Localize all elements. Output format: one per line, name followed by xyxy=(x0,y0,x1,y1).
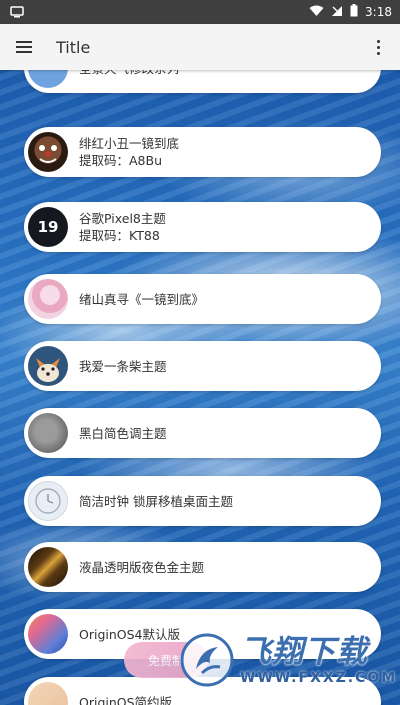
clown-thumbnail xyxy=(28,132,68,172)
pixel-thumbnail: 19 xyxy=(28,207,68,247)
list-item[interactable]: 简洁时钟 锁屏移植桌面主题 xyxy=(24,476,381,526)
item-title: 绯红小丑一镜到底 xyxy=(79,136,180,151)
originos-thumbnail xyxy=(28,614,68,654)
hamburger-menu-icon[interactable] xyxy=(16,36,38,58)
clock-time: 3:18 xyxy=(365,5,392,19)
item-title: 谷歌Pixel8主题 xyxy=(79,211,166,226)
fxxz-logo-icon xyxy=(180,633,234,687)
list-item[interactable]: 19 谷歌Pixel8主题 提取码：KT88 xyxy=(24,202,381,252)
list-item[interactable]: 我爱一条柴主题 xyxy=(24,341,381,391)
gold-thumbnail xyxy=(28,547,68,587)
item-title: 绪山真寻《一镜到底》 xyxy=(79,291,205,307)
item-title: 液晶透明版夜色金主题 xyxy=(79,559,205,575)
list-item[interactable]: 黑白简色调主题 xyxy=(24,408,381,458)
item-title: 简洁时钟 锁屏移植桌面主题 xyxy=(79,493,233,509)
item-title: OriginOS简约版 xyxy=(79,694,173,705)
more-vert-icon[interactable] xyxy=(368,36,388,58)
item-title: 黑白简色调主题 xyxy=(79,425,167,441)
site-watermark: 飞翔下载 WWW.FXXZ.COM xyxy=(180,625,395,695)
watermark-url: WWW.FXXZ.COM xyxy=(240,670,398,686)
status-bar: 3:18 xyxy=(0,0,400,24)
list-item[interactable]: 绪山真寻《一镜到底》 xyxy=(24,274,381,324)
watermark-name: 飞翔下载 xyxy=(240,634,368,670)
item-subtitle: 提取码：A8Bu xyxy=(79,153,163,168)
gray-thumbnail xyxy=(28,413,68,453)
signal-icon xyxy=(331,5,343,20)
wifi-icon xyxy=(309,5,324,20)
list-item[interactable]: 绯红小丑一镜到底 提取码：A8Bu xyxy=(24,127,381,177)
item-subtitle: 提取码：KT88 xyxy=(79,228,160,243)
app-bar: Title xyxy=(0,24,400,70)
battery-icon xyxy=(350,4,358,20)
notification-icon xyxy=(10,3,24,22)
list-item[interactable]: 液晶透明版夜色金主题 xyxy=(24,542,381,592)
shiba-thumbnail xyxy=(28,346,68,386)
theme-list[interactable]: 全景天气修改系列 绯红小丑一镜到底 提取码：A8Bu 19 谷歌Pixel8主题… xyxy=(0,60,400,705)
item-title: 我爱一条柴主题 xyxy=(79,358,167,374)
clock-thumbnail xyxy=(28,481,68,521)
originos-simple-thumbnail xyxy=(28,682,68,705)
item-title: OriginOS4默认版 xyxy=(79,626,181,642)
page-title: Title xyxy=(56,37,91,57)
anime-thumbnail xyxy=(28,279,68,319)
